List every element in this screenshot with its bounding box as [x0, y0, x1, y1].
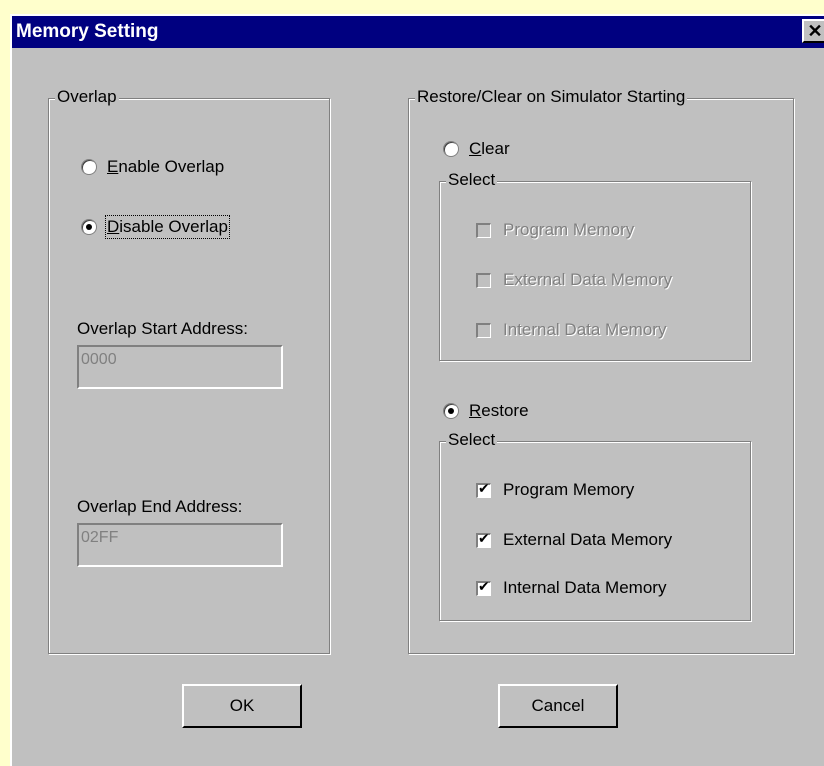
close-icon: ✕ [807, 21, 823, 41]
memory-setting-dialog: Memory Setting ✕ Overlap Enable Overlap … [10, 14, 824, 766]
clear-external-data-memory-check[interactable] [476, 272, 491, 288]
clear-external-data-memory-label: External Data Memory [503, 270, 673, 289]
overlap-end-address-label: Overlap End Address: [77, 497, 243, 516]
clear-program-memory-label: Program Memory [503, 220, 635, 239]
restore-radio[interactable]: Restore [443, 401, 529, 421]
enable-overlap-label: Enable Overlap [107, 157, 225, 176]
disable-overlap-radio[interactable]: Disable Overlap [81, 215, 230, 239]
clear-select-group: Select Program Memory External Data Memo… [439, 170, 751, 361]
enable-overlap-radio[interactable]: Enable Overlap [81, 157, 224, 177]
title-bar: Memory Setting ✕ [12, 16, 824, 48]
disable-overlap-radio-indicator[interactable] [81, 219, 97, 235]
restore-label: Restore [469, 401, 529, 420]
overlap-legend: Overlap [55, 87, 119, 107]
ok-button[interactable]: OK [182, 684, 302, 728]
restore-select-group: Select Program Memory External Data Memo… [439, 430, 751, 621]
restore-internal-data-memory-check[interactable] [476, 579, 491, 596]
restore-clear-group: Restore/Clear on Simulator Starting Clea… [408, 87, 794, 654]
enable-overlap-radio-indicator[interactable] [81, 159, 97, 175]
overlap-start-address-input[interactable]: 0000 [77, 345, 283, 389]
restore-external-data-memory-label: External Data Memory [503, 530, 673, 549]
clear-program-memory-checkbox[interactable]: Program Memory [476, 220, 634, 240]
restore-external-data-memory-checkbox[interactable]: External Data Memory [476, 530, 672, 550]
overlap-start-address-label: Overlap Start Address: [77, 319, 249, 338]
restore-program-memory-label: Program Memory [503, 480, 635, 499]
restore-radio-indicator[interactable] [443, 403, 459, 419]
dialog-title: Memory Setting [16, 21, 159, 42]
restore-internal-data-memory-checkbox[interactable]: Internal Data Memory [476, 578, 666, 598]
clear-label: Clear [469, 139, 510, 158]
restore-program-memory-check[interactable] [476, 481, 491, 498]
clear-internal-data-memory-checkbox[interactable]: Internal Data Memory [476, 320, 666, 340]
clear-select-legend: Select [446, 170, 498, 190]
clear-external-data-memory-checkbox[interactable]: External Data Memory [476, 270, 672, 290]
restore-clear-legend: Restore/Clear on Simulator Starting [415, 87, 688, 107]
clear-internal-data-memory-check[interactable] [476, 322, 491, 338]
clear-radio[interactable]: Clear [443, 139, 510, 159]
clear-program-memory-check[interactable] [476, 222, 491, 238]
overlap-group: Overlap Enable Overlap Disable Overlap O… [48, 87, 330, 654]
restore-internal-data-memory-label: Internal Data Memory [503, 578, 667, 597]
overlap-end-address-input[interactable]: 02FF [77, 523, 283, 567]
cancel-button[interactable]: Cancel [498, 684, 618, 728]
clear-internal-data-memory-label: Internal Data Memory [503, 320, 667, 339]
close-button[interactable]: ✕ [802, 19, 824, 43]
restore-select-legend: Select [446, 430, 498, 450]
restore-external-data-memory-check[interactable] [476, 531, 491, 548]
disable-overlap-label: Disable Overlap [105, 215, 230, 239]
clear-radio-indicator[interactable] [443, 141, 459, 157]
restore-program-memory-checkbox[interactable]: Program Memory [476, 480, 634, 500]
